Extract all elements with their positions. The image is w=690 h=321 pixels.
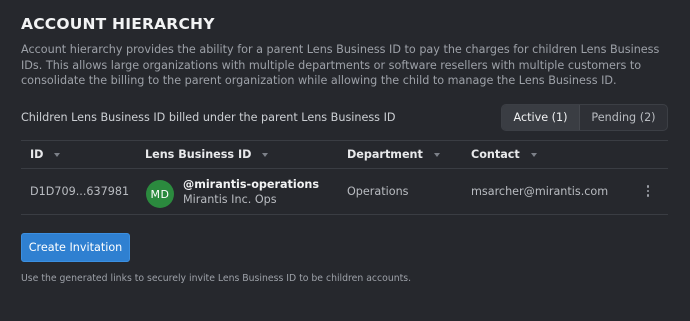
table-row: D1D709...637981 MD @mirantis-operations … xyxy=(21,169,668,215)
column-header-lens-business-id[interactable]: Lens Business ID xyxy=(145,148,269,161)
row-department: Operations xyxy=(347,185,409,198)
lens-business-id-org: Mirantis Inc. Ops xyxy=(183,193,277,206)
create-invitation-button[interactable]: Create Invitation xyxy=(21,233,130,262)
kebab-dot xyxy=(646,189,650,193)
row-id: D1D709...637981 xyxy=(30,185,130,198)
sort-caret-icon xyxy=(54,153,61,157)
tab-active[interactable]: Active (1) xyxy=(502,105,579,130)
lens-business-id-handle: @mirantis-operations xyxy=(183,178,320,191)
kebab-menu-icon[interactable] xyxy=(641,184,655,198)
kebab-dot xyxy=(646,185,650,188)
table-header: ID Lens Business ID Department Contact xyxy=(21,140,668,169)
column-header-department[interactable]: Department xyxy=(347,148,440,161)
invitation-footnote: Use the generated links to securely invi… xyxy=(21,273,412,284)
row-contact: msarcher@mirantis.com xyxy=(471,185,609,198)
column-header-contact[interactable]: Contact xyxy=(471,148,537,161)
status-filter-tabs: Active (1) Pending (2) xyxy=(501,104,668,131)
section-description: Account hierarchy provides the ability f… xyxy=(21,43,660,87)
sort-caret-icon xyxy=(433,153,440,157)
column-header-label: ID xyxy=(30,148,44,161)
column-header-label: Contact xyxy=(471,148,520,161)
column-header-id[interactable]: ID xyxy=(30,148,61,161)
sort-caret-icon xyxy=(262,153,269,157)
sort-caret-icon xyxy=(530,153,537,157)
avatar: MD xyxy=(146,180,174,208)
section-title: ACCOUNT HIERARCHY xyxy=(21,15,215,33)
column-header-label: Department xyxy=(347,148,423,161)
column-header-label: Lens Business ID xyxy=(145,148,252,161)
children-billed-label: Children Lens Business ID billed under t… xyxy=(21,111,396,124)
tab-pending[interactable]: Pending (2) xyxy=(579,105,667,130)
account-hierarchy-panel: ACCOUNT HIERARCHY Account hierarchy prov… xyxy=(0,0,690,321)
kebab-dot xyxy=(646,194,650,197)
